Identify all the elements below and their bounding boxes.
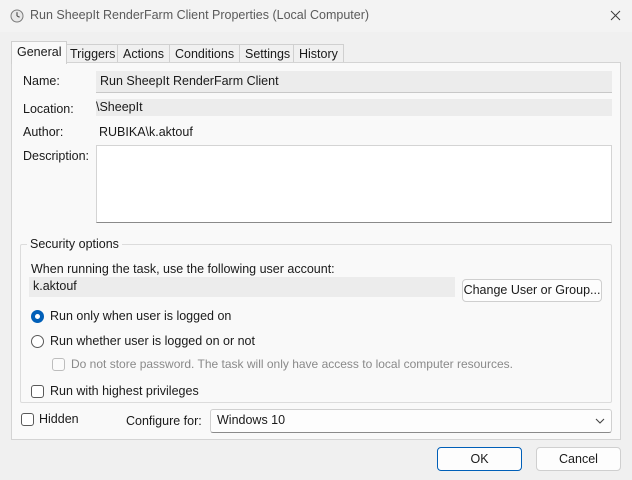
author-value: RUBIKA\k.aktouf	[99, 125, 193, 139]
do-not-store-password-label: Do not store password. The task will onl…	[71, 357, 513, 371]
tab-triggers[interactable]: Triggers	[64, 44, 122, 64]
radio-whether-logged-on[interactable]	[31, 335, 44, 348]
highest-privileges-checkbox[interactable]	[31, 385, 44, 398]
radio-logged-on-label[interactable]: Run only when user is logged on	[50, 309, 231, 323]
user-account-field: k.aktouf	[29, 277, 455, 297]
security-options-group: Security options When running the task, …	[20, 237, 612, 403]
tab-conditions[interactable]: Conditions	[169, 44, 241, 64]
tab-actions[interactable]: Actions	[117, 44, 170, 64]
change-user-button[interactable]: Change User or Group...	[462, 279, 602, 302]
security-options-title: Security options	[27, 237, 122, 251]
configure-for-dropdown[interactable]: Windows 10	[210, 409, 612, 433]
radio-logged-on[interactable]	[31, 310, 44, 323]
do-not-store-password-checkbox	[52, 358, 65, 371]
hidden-label[interactable]: Hidden	[39, 412, 79, 426]
account-prompt: When running the task, use the following…	[31, 262, 335, 276]
general-panel: Name: Run SheepIt RenderFarm Client Loca…	[11, 62, 621, 440]
cancel-button[interactable]: Cancel	[536, 447, 621, 471]
hidden-checkbox[interactable]	[21, 413, 34, 426]
name-field[interactable]: Run SheepIt RenderFarm Client	[96, 71, 612, 93]
tab-settings[interactable]: Settings	[239, 44, 297, 64]
tab-history[interactable]: History	[293, 44, 344, 64]
location-label: Location:	[23, 102, 74, 116]
highest-privileges-label[interactable]: Run with highest privileges	[50, 384, 199, 398]
author-label: Author:	[23, 125, 64, 139]
location-field-bg	[96, 99, 612, 116]
configure-for-value: Windows 10	[217, 413, 286, 427]
description-label: Description:	[23, 149, 89, 163]
radio-whether-logged-on-label[interactable]: Run whether user is logged on or not	[50, 334, 255, 348]
ok-button[interactable]: OK	[437, 447, 522, 471]
chevron-down-icon	[595, 418, 605, 424]
close-icon	[610, 10, 621, 21]
clock-icon	[10, 9, 24, 23]
location-value: \SheepIt	[96, 100, 143, 114]
name-label: Name:	[23, 74, 60, 88]
close-button[interactable]	[600, 0, 632, 32]
description-field[interactable]	[96, 145, 612, 223]
title-bar: Run SheepIt RenderFarm Client Properties…	[0, 0, 632, 32]
tab-general[interactable]: General	[11, 41, 68, 64]
tab-strip: General Triggers Actions Conditions Sett…	[11, 41, 621, 64]
window-title: Run SheepIt RenderFarm Client Properties…	[30, 8, 370, 22]
configure-for-label: Configure for:	[126, 414, 202, 428]
